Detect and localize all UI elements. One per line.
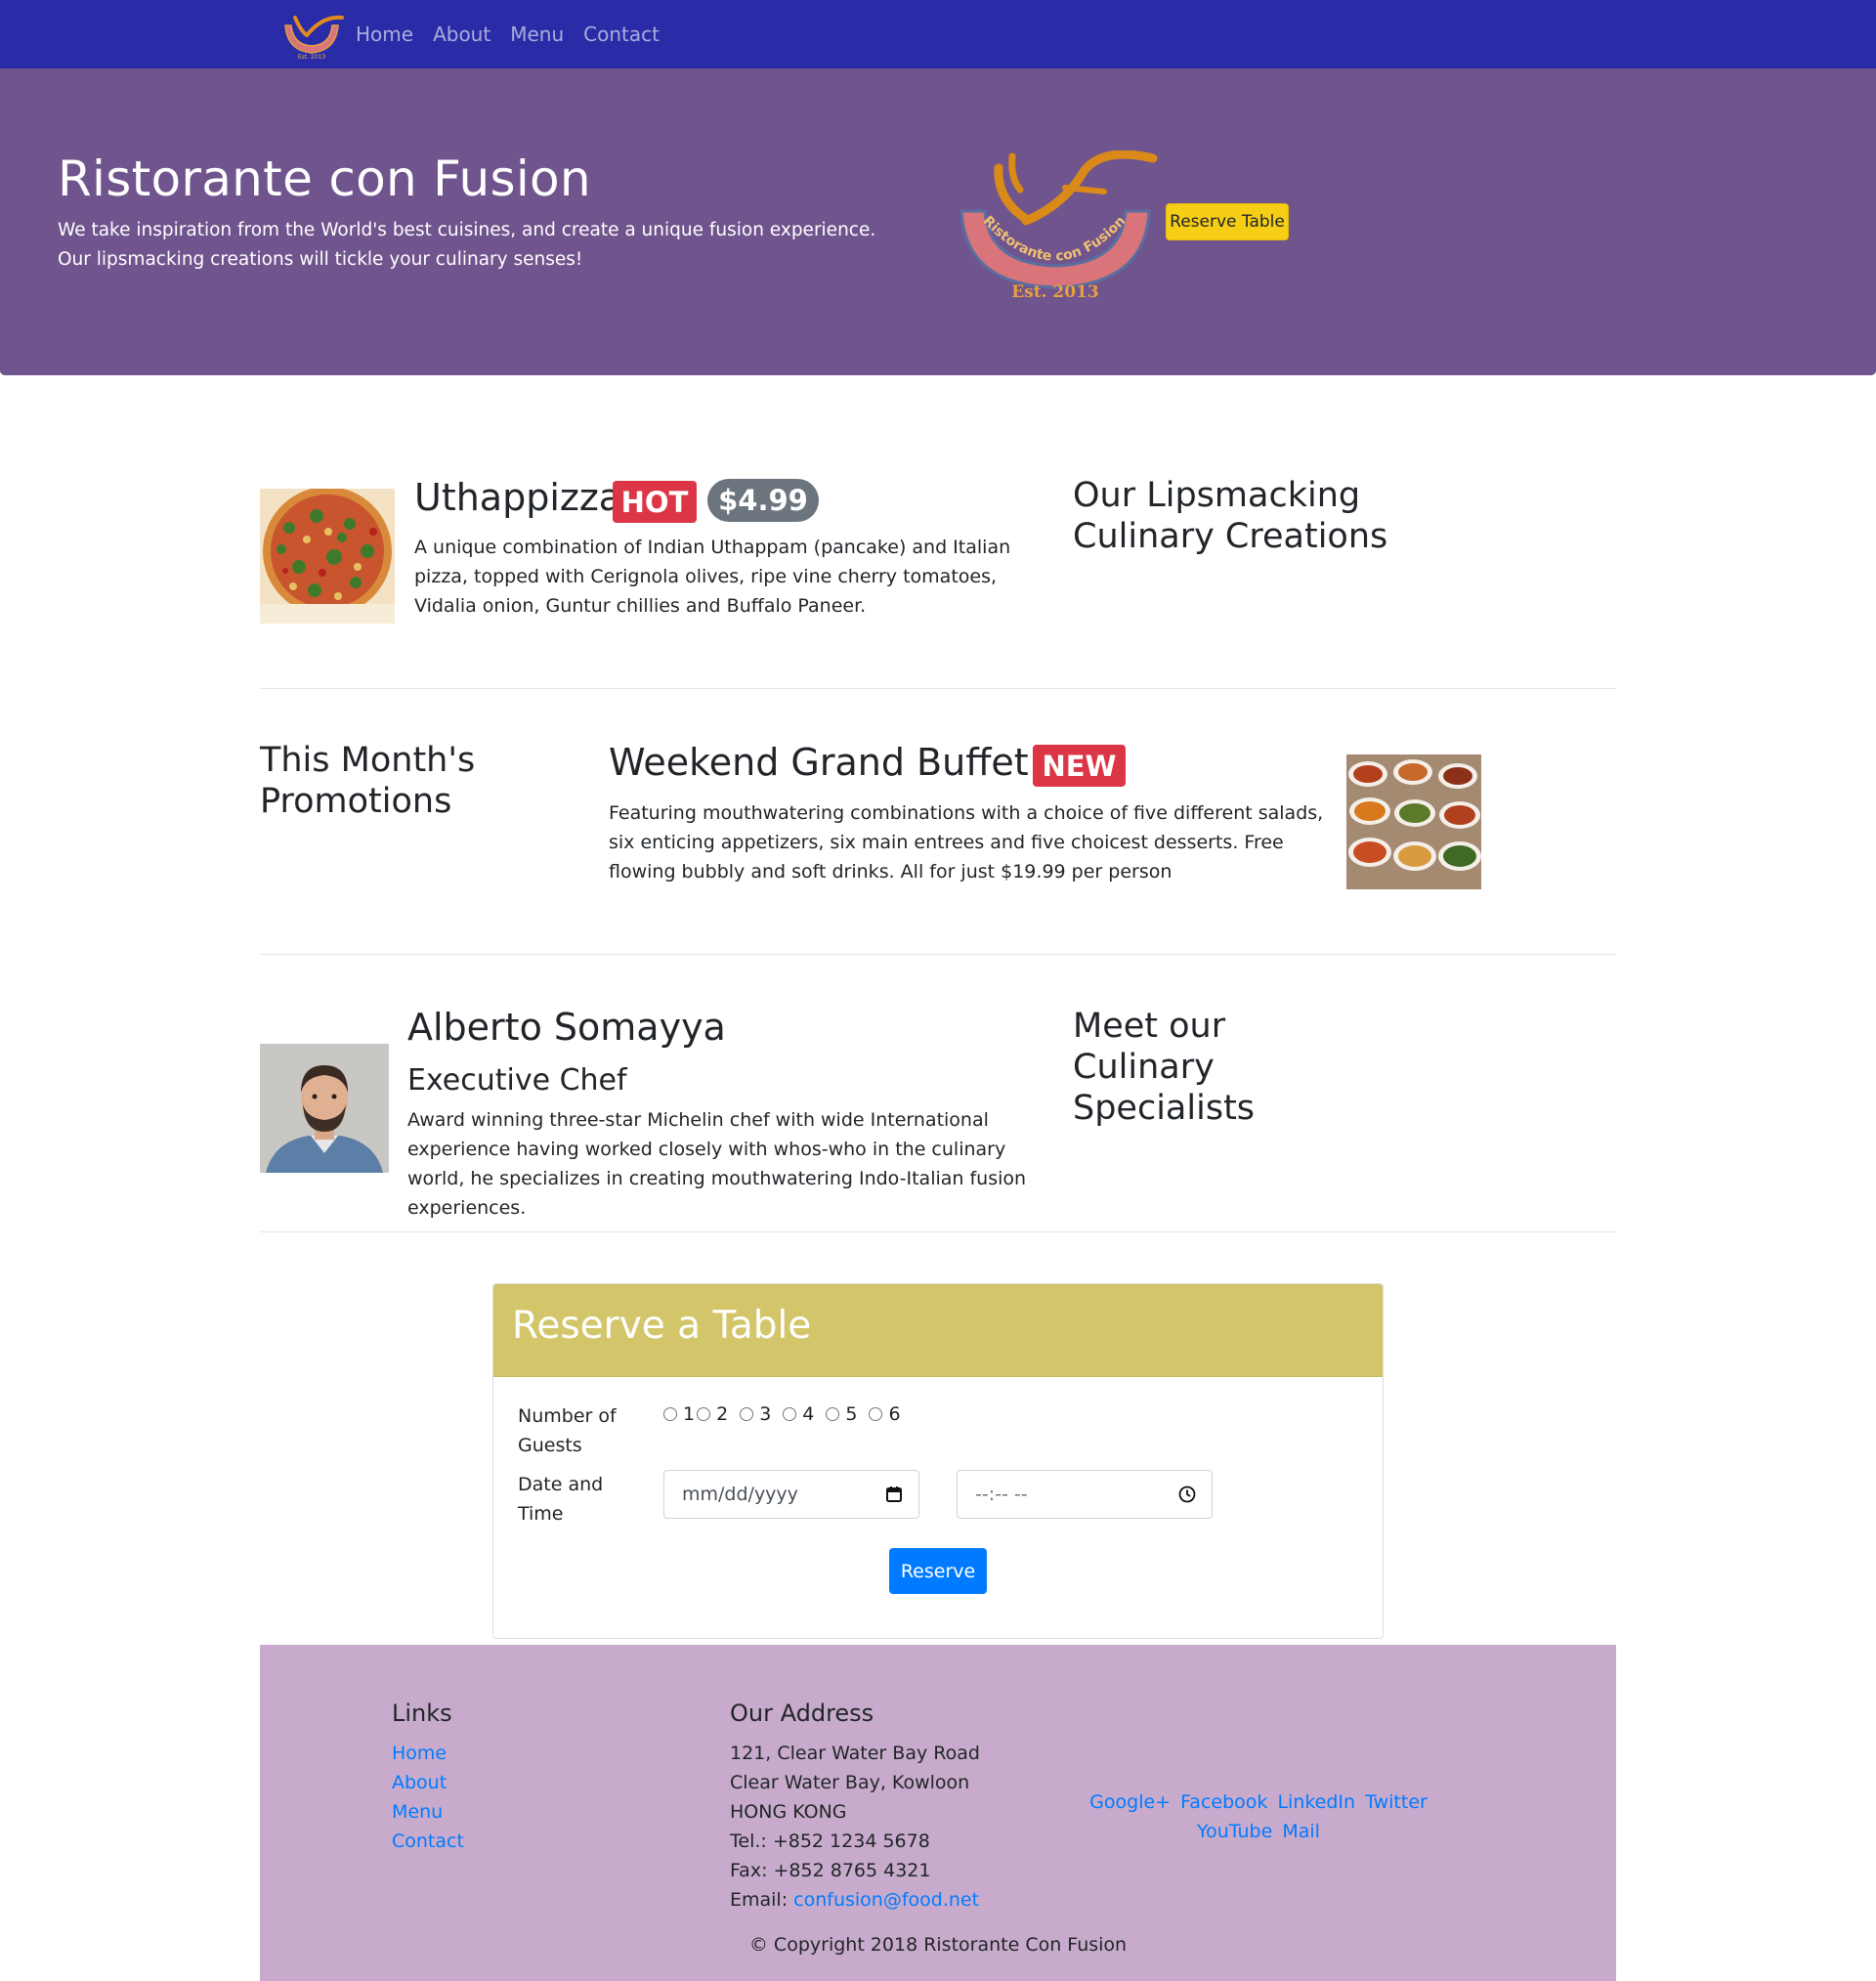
email-link[interactable]: confusion@food.net <box>793 1889 979 1911</box>
chef-description: Award winning three-star Michelin chef w… <box>407 1109 1027 1219</box>
nav-contact[interactable]: Contact <box>583 22 660 46</box>
navbar: Est. 2013 Home About Menu Contact <box>0 0 1876 68</box>
linkedin-link[interactable]: LinkedIn <box>1277 1791 1355 1813</box>
date-input[interactable]: mm/dd/yyyy <box>663 1470 919 1519</box>
guest-option-1[interactable]: 1 <box>663 1403 695 1425</box>
guest-option-3[interactable]: 3 <box>740 1403 771 1425</box>
footer-links-heading: Links <box>392 1700 452 1727</box>
promotion-description: Featuring mouthwatering combinations wit… <box>609 802 1324 883</box>
radio-circle[interactable] <box>740 1407 754 1421</box>
calendar-icon[interactable] <box>885 1486 903 1503</box>
guests-radio-group: 1 2 3 4 5 6 <box>663 1403 913 1425</box>
email-label: Email: <box>730 1889 794 1911</box>
reserve-card-title: Reserve a Table <box>512 1304 812 1348</box>
dish-description: A unique combination of Indian Uthappam … <box>414 537 1011 617</box>
dish-image <box>260 487 395 624</box>
mail-link[interactable]: Mail <box>1282 1821 1320 1842</box>
email-line: Email: confusion@food.net <box>730 1885 979 1915</box>
youtube-link[interactable]: YouTube <box>1197 1821 1272 1842</box>
promotion-image <box>1346 754 1481 889</box>
guest-option-6[interactable]: 6 <box>869 1403 901 1425</box>
radio-circle[interactable] <box>697 1407 711 1421</box>
address-line: Clear Water Bay, Kowloon <box>730 1772 970 1793</box>
restaurant-logo: Ristorante con Fusion Est. 2013 <box>958 150 1158 302</box>
chef-designation: Executive Chef <box>407 1063 627 1098</box>
footer-link-contact[interactable]: Contact <box>392 1827 464 1856</box>
dish-section-heading: Our Lipsmacking Culinary Creations <box>1073 476 1388 556</box>
jumbotron-text: We take inspiration from the World's bes… <box>58 220 876 270</box>
promotion-section-heading: This Month's Promotions <box>260 741 476 821</box>
chef-photo <box>260 1044 389 1173</box>
price-badge: $4.99 <box>707 479 819 522</box>
fax-line: Fax: +852 8765 4321 <box>730 1860 931 1881</box>
social-links: Google+ Facebook LinkedIn Twitter YouTub… <box>1063 1787 1454 1846</box>
time-input[interactable]: --:-- -- <box>957 1470 1213 1519</box>
chef-name: Alberto Somayya <box>407 1006 726 1049</box>
footer-link-about[interactable]: About <box>392 1768 447 1797</box>
nav-home[interactable]: Home <box>356 22 413 46</box>
reserve-submit-button[interactable]: Reserve <box>889 1548 987 1594</box>
date-placeholder: mm/dd/yyyy <box>682 1484 798 1505</box>
guest-option-2[interactable]: 2 <box>697 1403 728 1425</box>
radio-circle[interactable] <box>783 1407 797 1421</box>
guests-label: Number of Guests <box>518 1405 617 1456</box>
divider <box>260 688 1616 689</box>
footer: Links Home About Menu Contact Our Addres… <box>260 1645 1616 1981</box>
copyright: © Copyright 2018 Ristorante Con Fusion <box>748 1934 1128 1956</box>
address-line: 121, Clear Water Bay Road <box>730 1743 980 1764</box>
footer-link-home[interactable]: Home <box>392 1739 447 1768</box>
reserve-table-card: Reserve a Table Number of Guests 1 2 3 4… <box>492 1283 1384 1639</box>
radio-circle[interactable] <box>826 1407 840 1421</box>
dish-title: Uthappizza <box>414 476 622 519</box>
twitter-link[interactable]: Twitter <box>1365 1791 1428 1813</box>
google-plus-link[interactable]: Google+ <box>1089 1791 1171 1813</box>
time-placeholder: --:-- -- <box>975 1484 1028 1505</box>
footer-address-heading: Our Address <box>730 1700 874 1727</box>
new-badge: NEW <box>1033 745 1126 787</box>
guest-option-4[interactable]: 4 <box>783 1403 814 1425</box>
reserve-card-header: Reserve a Table <box>493 1284 1383 1377</box>
radio-circle[interactable] <box>663 1407 677 1421</box>
logo-est-text: Est. 2013 <box>1011 282 1099 299</box>
jumbotron: Ristorante con Fusion We take inspiratio… <box>0 68 1876 375</box>
leader-section-heading: Meet our Culinary Specialists <box>1073 1007 1256 1128</box>
nav-menu[interactable]: Menu <box>510 22 564 46</box>
guest-option-5[interactable]: 5 <box>826 1403 857 1425</box>
nav-about[interactable]: About <box>433 22 490 46</box>
facebook-link[interactable]: Facebook <box>1180 1791 1267 1813</box>
divider <box>260 954 1616 955</box>
page-title: Ristorante con Fusion <box>58 151 591 207</box>
datetime-label: Date and Time <box>518 1474 604 1525</box>
clock-icon[interactable] <box>1178 1486 1196 1503</box>
address-line: HONG KONG <box>730 1801 847 1823</box>
brand-logo[interactable]: Est. 2013 <box>277 10 346 61</box>
reserve-table-button[interactable]: Reserve Table <box>1166 203 1289 240</box>
radio-circle[interactable] <box>869 1407 883 1421</box>
nav-links: Home About Menu Contact <box>356 0 660 68</box>
svg-text:Est. 2013: Est. 2013 <box>298 54 326 61</box>
footer-link-menu[interactable]: Menu <box>392 1797 443 1827</box>
divider <box>260 1231 1616 1232</box>
promotion-title: Weekend Grand Buffet <box>609 741 1029 784</box>
hot-badge: HOT <box>613 481 697 523</box>
phone-line: Tel.: +852 1234 5678 <box>730 1830 930 1852</box>
